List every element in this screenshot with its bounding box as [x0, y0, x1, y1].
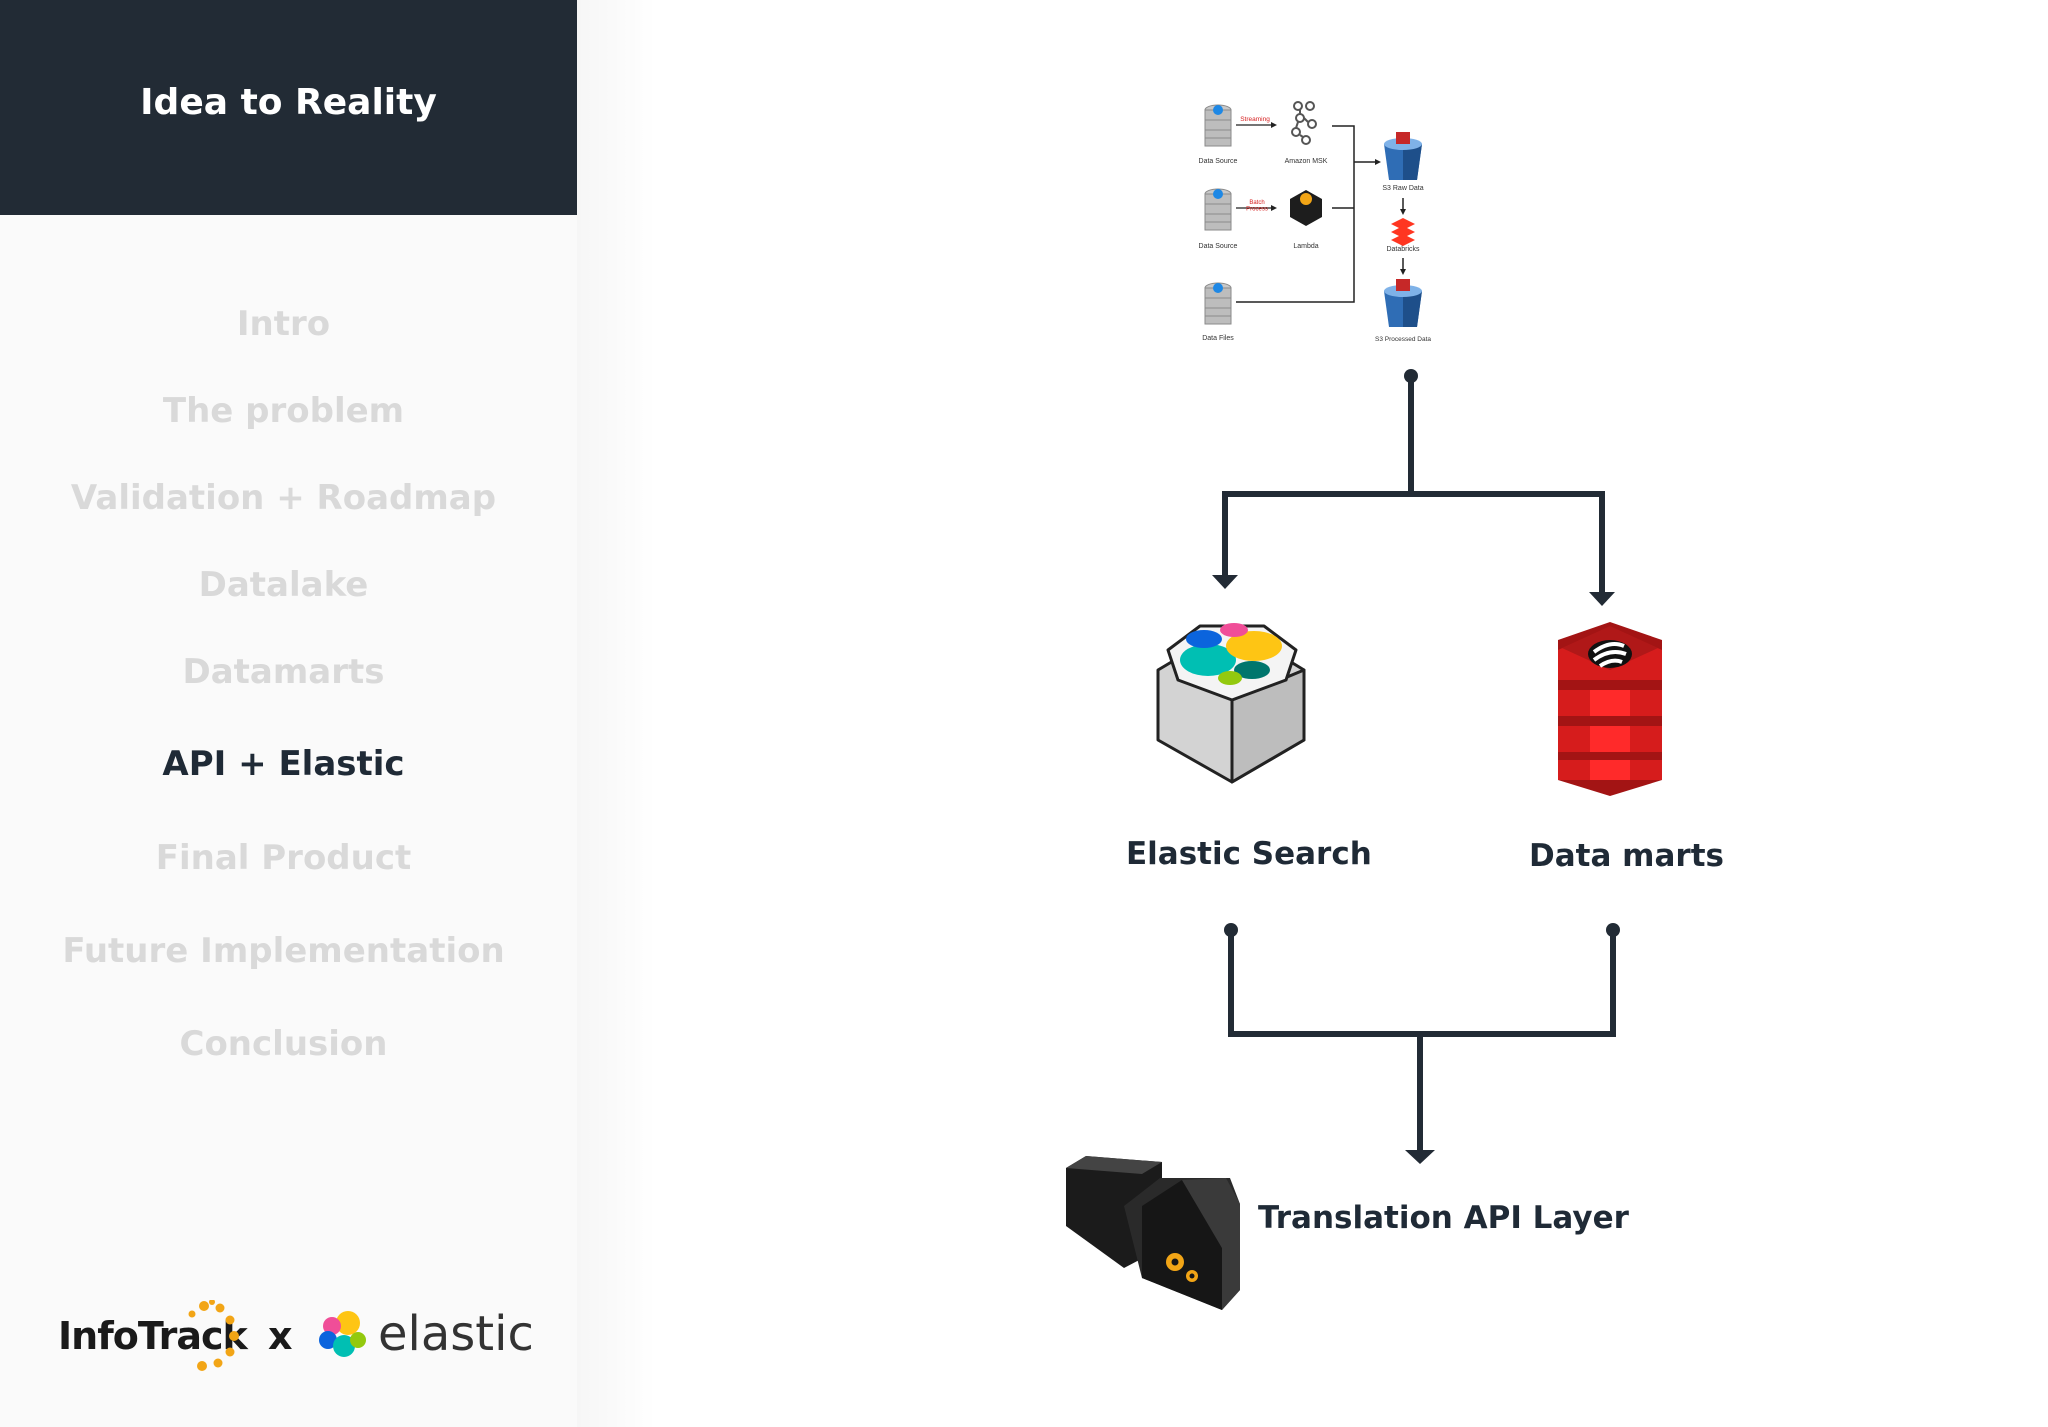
- data-marts-label: Data marts: [1529, 838, 1724, 874]
- data-source-2-label: Data Source: [1199, 243, 1238, 250]
- lambda-label: Lambda: [1293, 243, 1318, 250]
- architecture-diagram: Data Source Streaming Amazon MSK Data So…: [1066, 101, 1662, 1310]
- s3-processed-data-label: S3 Processed Data: [1375, 336, 1431, 343]
- lambda-icon: [1290, 190, 1322, 226]
- amazon-msk-label: Amazon MSK: [1285, 158, 1328, 165]
- data-source-2-icon: [1204, 188, 1232, 231]
- upper-connector: [1222, 376, 1605, 592]
- elastic-search-label: Elastic Search: [1126, 836, 1372, 872]
- amazon-msk-icon: [1291, 101, 1317, 145]
- s3-raw-data-icon: [1384, 132, 1422, 180]
- data-source-1-label: Data Source: [1199, 158, 1238, 165]
- lower-connector: [1228, 930, 1616, 1150]
- data-pipeline-image: Data Source Streaming Amazon MSK Data So…: [1199, 101, 1431, 343]
- data-files-label: Data Files: [1202, 335, 1234, 342]
- data-source-1-icon: [1204, 104, 1232, 147]
- translation-api-icon: [1066, 1156, 1240, 1310]
- databricks-icon: [1391, 218, 1415, 246]
- batch-process-label: Batch Process: [1246, 200, 1268, 213]
- data-marts-icon: [1558, 622, 1662, 796]
- s3-processed-data-icon: [1384, 279, 1422, 327]
- data-files-icon: [1204, 282, 1232, 325]
- streaming-label: Streaming: [1240, 116, 1270, 123]
- elastic-search-icon: [1156, 623, 1306, 784]
- translation-api-label: Translation API Layer: [1258, 1200, 1629, 1236]
- databricks-label: Databricks: [1386, 246, 1420, 253]
- s3-raw-data-label: S3 Raw Data: [1382, 185, 1423, 192]
